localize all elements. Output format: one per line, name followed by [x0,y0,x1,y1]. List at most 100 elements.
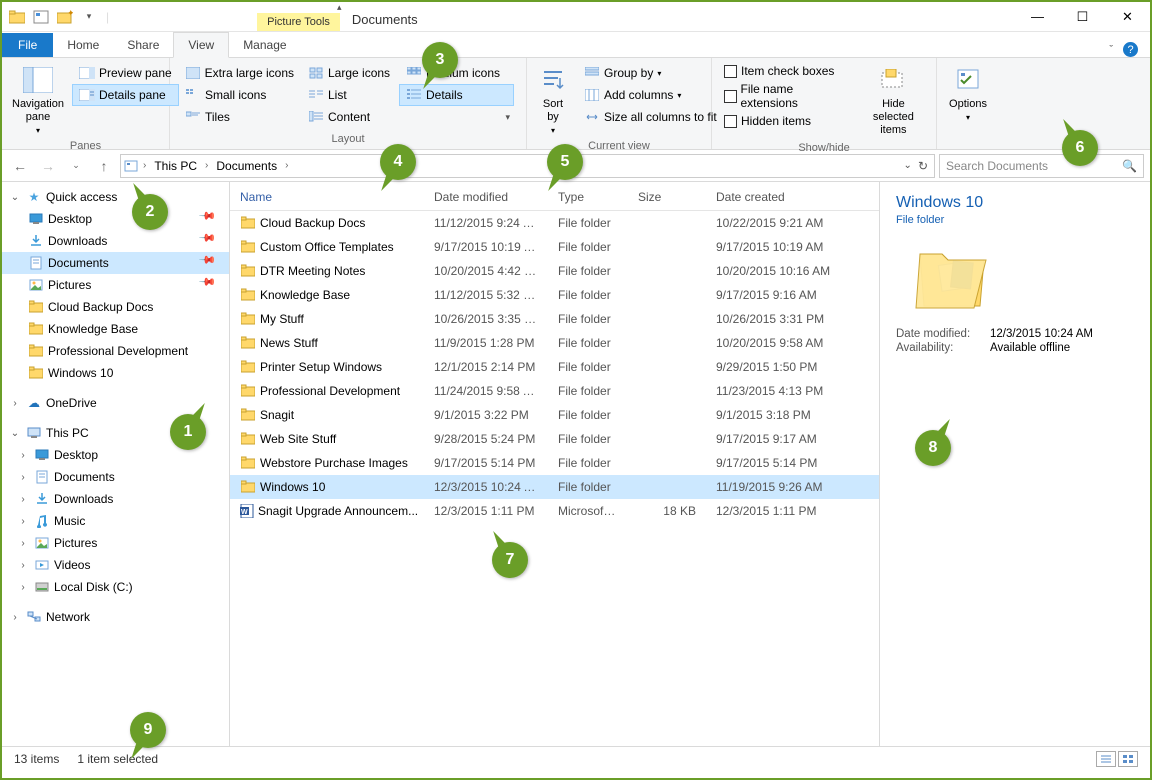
details-view-toggle[interactable] [1096,751,1116,767]
sidebar-item-documents[interactable]: Documents📌 [2,252,229,274]
thumbnails-view-toggle[interactable] [1118,751,1138,767]
new-folder-icon[interactable]: ✦ [54,6,76,28]
file-row[interactable]: Webstore Purchase Images9/17/2015 5:14 P… [230,451,879,475]
collapse-icon[interactable]: ⌄ [8,428,22,439]
status-item-count: 13 items [14,752,59,766]
sidebar-item-local-disk-c-[interactable]: ›Local Disk (C:) [2,576,229,598]
close-button[interactable]: ✕ [1105,2,1150,32]
up-button[interactable]: ↑ [92,154,116,178]
minimize-button[interactable]: — [1015,2,1060,32]
help-icon[interactable]: ? [1123,42,1138,57]
file-row[interactable]: My Stuff10/26/2015 3:35 PMFile folder10/… [230,307,879,331]
search-input[interactable]: Search Documents 🔍 [939,154,1144,178]
chevron-right-icon[interactable]: › [283,160,290,171]
breadcrumb-documents[interactable]: Documents [212,159,281,173]
sidebar-network[interactable]: ›Network [2,606,229,628]
file-row[interactable]: WSnagit Upgrade Announcem...12/3/2015 1:… [230,499,879,523]
downloads-icon [28,233,44,249]
file-row[interactable]: Knowledge Base11/12/2015 5:32 PMFile fol… [230,283,879,307]
expand-icon[interactable]: › [8,612,22,623]
tab-file[interactable]: File [2,33,53,57]
collapse-icon[interactable]: ⌄ [8,192,22,203]
tab-view[interactable]: View [173,32,229,58]
address-bar[interactable]: › This PC › Documents › ⌄ ↻ [120,154,935,178]
column-size[interactable]: Size [628,182,706,210]
size-columns-button[interactable]: Size all columns to fit [577,106,724,128]
layout-xl-icons[interactable]: Extra large icons [178,62,301,84]
sidebar-item-desktop[interactable]: Desktop📌 [2,208,229,230]
svg-text:✦: ✦ [67,10,73,18]
sidebar-item-knowledge-base[interactable]: Knowledge Base [2,318,229,340]
details-pane-button[interactable]: Details pane [72,84,179,106]
properties-icon[interactable] [30,6,52,28]
file-row[interactable]: Web Site Stuff9/28/2015 5:24 PMFile fold… [230,427,879,451]
layout-small-icons[interactable]: Small icons [178,84,301,106]
downloads-icon [34,491,50,507]
sidebar-item-downloads[interactable]: Downloads📌 [2,230,229,252]
sidebar-item-music[interactable]: ›Music [2,510,229,532]
column-created[interactable]: Date created [706,182,846,210]
sidebar-item-downloads[interactable]: ›Downloads [2,488,229,510]
maximize-button[interactable]: ☐ [1060,2,1105,32]
recent-locations-button[interactable]: ⌄ [64,154,88,178]
sidebar-item-windows-10[interactable]: Windows 10 [2,362,229,384]
refresh-icon[interactable]: ↻ [918,159,928,173]
options-button[interactable]: Options▾ [945,62,991,125]
tab-share[interactable]: Share [113,33,173,57]
file-row[interactable]: Windows 1012/3/2015 10:24 AMFile folder1… [230,475,879,499]
sidebar-item-professional-development[interactable]: Professional Development [2,340,229,362]
hide-selected-button[interactable]: Hide selected items [859,62,928,140]
layout-list[interactable]: List [301,84,399,106]
column-name[interactable]: Name▴ [230,182,424,210]
add-columns-button[interactable]: Add columns ▾ [577,84,724,106]
file-row[interactable]: DTR Meeting Notes10/20/2015 4:42 PMFile … [230,259,879,283]
expand-icon[interactable]: › [16,450,30,461]
file-row[interactable]: News Stuff11/9/2015 1:28 PMFile folder10… [230,331,879,355]
folder-preview-icon [914,236,992,314]
qat-dropdown-icon[interactable]: ▾ [78,6,100,28]
layout-content[interactable]: Content [301,106,399,128]
file-extensions-toggle[interactable]: File name extensions [720,80,853,112]
sidebar-item-documents[interactable]: ›Documents [2,466,229,488]
expand-icon[interactable]: › [16,582,30,593]
layout-details[interactable]: Details [399,84,514,106]
large-icons-icon [308,66,324,80]
layout-more-icon[interactable]: ▾ [505,112,510,123]
expand-icon[interactable]: › [16,516,30,527]
collapse-ribbon-icon[interactable]: ˇ [1109,44,1113,56]
file-row[interactable]: Professional Development11/24/2015 9:58 … [230,379,879,403]
expand-icon[interactable]: › [8,398,22,409]
expand-icon[interactable]: › [16,472,30,483]
breadcrumb-thispc[interactable]: This PC [150,159,201,173]
forward-button[interactable]: → [36,154,60,178]
item-checkboxes-toggle[interactable]: Item check boxes [720,62,853,80]
group-by-button[interactable]: Group by ▾ [577,62,724,84]
file-row[interactable]: Snagit9/1/2015 3:22 PMFile folder9/1/201… [230,403,879,427]
title-bar: ✦ ▾ | Picture Tools Documents — ☐ ✕ [2,2,1150,32]
sidebar-item-cloud-backup-docs[interactable]: Cloud Backup Docs [2,296,229,318]
hidden-items-toggle[interactable]: Hidden items [720,112,853,130]
file-row[interactable]: Printer Setup Windows12/1/2015 2:14 PMFi… [230,355,879,379]
expand-icon[interactable]: › [16,560,30,571]
expand-icon[interactable]: › [16,494,30,505]
file-row[interactable]: Custom Office Templates9/17/2015 10:19 A… [230,235,879,259]
sort-by-button[interactable]: Sort by▾ [535,62,571,138]
tab-home[interactable]: Home [53,33,113,57]
layout-large-icons[interactable]: Large icons [301,62,399,84]
back-button[interactable]: ← [8,154,32,178]
navigation-pane-button[interactable]: Navigation pane▾ [10,62,66,138]
tab-manage[interactable]: Manage [229,33,300,57]
sidebar-item-pictures[interactable]: Pictures📌 [2,274,229,296]
sidebar-item-videos[interactable]: ›Videos [2,554,229,576]
layout-tiles[interactable]: Tiles [178,106,301,128]
column-modified[interactable]: Date modified [424,182,548,210]
file-row[interactable]: Cloud Backup Docs11/12/2015 9:24 AMFile … [230,211,879,235]
preview-pane-button[interactable]: Preview pane [72,62,179,84]
details-availability-value: Available offline [990,342,1070,354]
sidebar-quickaccess[interactable]: ⌄★Quick access [2,186,229,208]
sidebar-item-pictures[interactable]: ›Pictures [2,532,229,554]
chevron-right-icon[interactable]: › [141,160,148,171]
expand-icon[interactable]: › [16,538,30,549]
chevron-right-icon[interactable]: › [203,160,210,171]
dropdown-icon[interactable]: ⌄ [904,160,912,171]
